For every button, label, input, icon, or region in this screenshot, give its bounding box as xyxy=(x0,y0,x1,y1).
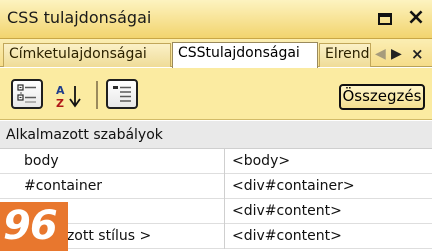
list-view-icon xyxy=(113,86,131,102)
maximize-icon[interactable] xyxy=(378,13,392,25)
css-properties-panel: CSS tulajdonságai × Címketulajdonságai C… xyxy=(0,0,432,251)
category-view-button[interactable] xyxy=(11,79,43,109)
tab-scroll-left-icon[interactable]: ◀ xyxy=(375,44,386,64)
rule-selector[interactable]: #container xyxy=(0,174,225,199)
category-view-icon xyxy=(17,84,36,103)
sort-az-button[interactable]: A Z xyxy=(53,83,87,110)
page-number-badge: 96 xyxy=(0,202,68,251)
svg-text:A: A xyxy=(56,84,65,97)
summary-button[interactable]: Összegzés xyxy=(339,84,425,110)
rule-element: <body> xyxy=(232,153,291,169)
list-view-button[interactable] xyxy=(106,79,138,109)
applied-rules-header: Alkalmazott szabályok xyxy=(0,121,432,149)
panel-titlebar: CSS tulajdonságai × xyxy=(0,0,432,39)
toolbar-separator xyxy=(96,81,98,109)
svg-text:Z: Z xyxy=(56,97,64,109)
tab-strip: Címketulajdonságai CSStulajdonságai Elre… xyxy=(0,39,432,68)
rule-selector[interactable]: body xyxy=(0,149,225,174)
tab-label-properties[interactable]: Címketulajdonságai xyxy=(3,43,171,67)
rule-row[interactable]: #container <div#container> xyxy=(0,174,432,199)
tab-scroll-right-icon[interactable]: ▶ xyxy=(391,44,402,64)
rule-row[interactable]: body <body> xyxy=(0,149,432,174)
panel-title: CSS tulajdonságai xyxy=(7,8,152,27)
tab-close-icon[interactable]: × xyxy=(411,44,424,64)
tab-layout[interactable]: Elrend xyxy=(319,43,371,67)
rule-element: <div#content> xyxy=(232,228,342,244)
sort-az-icon: A Z xyxy=(56,84,81,110)
close-icon[interactable]: × xyxy=(404,4,428,32)
rule-element: <div#container> xyxy=(232,178,355,194)
tab-css-properties[interactable]: CSStulajdonságai xyxy=(172,42,318,68)
rule-element: <div#content> xyxy=(232,203,342,219)
properties-toolbar: A Z Összegzés xyxy=(0,68,432,120)
